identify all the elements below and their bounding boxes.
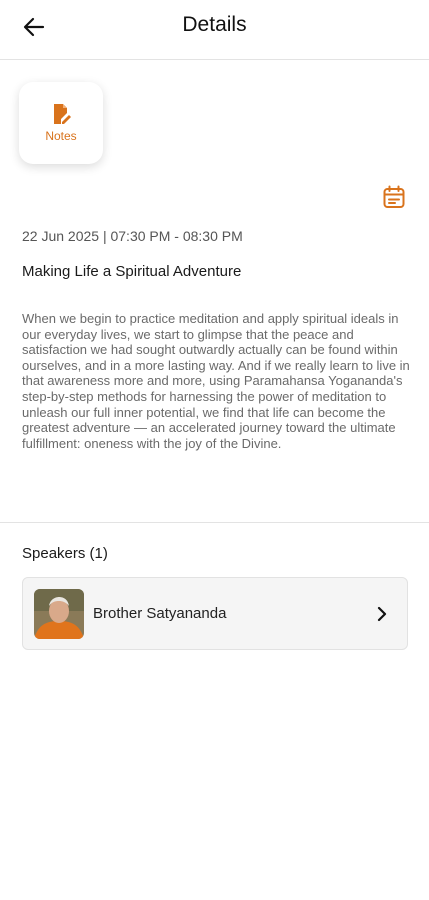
speakers-heading: Speakers (1)	[22, 545, 108, 562]
speaker-avatar	[34, 589, 84, 639]
section-divider	[0, 522, 429, 523]
page-title: Details	[182, 13, 247, 36]
add-to-calendar-button[interactable]	[381, 184, 407, 210]
speaker-card[interactable]: Brother Satyananda	[22, 577, 408, 650]
chevron-right-icon	[377, 606, 387, 622]
note-edit-icon	[54, 104, 71, 124]
notes-label: Notes	[45, 129, 77, 143]
speaker-name: Brother Satyananda	[93, 605, 227, 622]
notes-button[interactable]: Notes	[19, 82, 103, 164]
app-header: Details	[0, 0, 429, 60]
event-datetime: 22 Jun 2025 | 07:30 PM - 08:30 PM	[22, 228, 243, 244]
calendar-icon	[383, 185, 405, 208]
event-description: When we begin to practice meditation and…	[22, 311, 410, 451]
event-title: Making Life a Spiritual Adventure	[22, 263, 242, 280]
